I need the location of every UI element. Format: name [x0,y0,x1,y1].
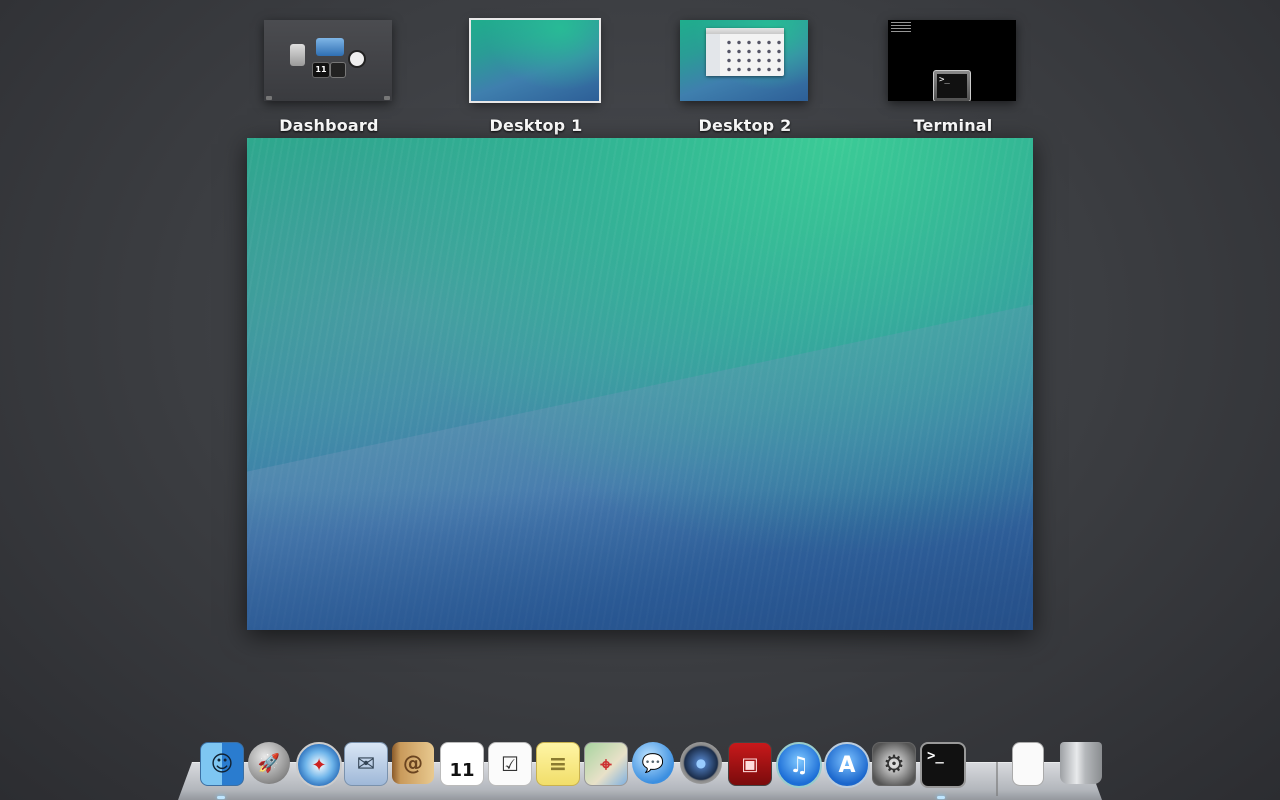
dock-icons: ☺ 🚀 ✦ ✉ @ 11 ☑ ≡ ⌖ 💬 ● ▣ ♫ A ⚙ >_ [200,742,1102,799]
terminal-thumbnail[interactable]: >_ [888,20,1016,101]
contacts-icon[interactable]: @ [392,742,434,784]
reminders-icon[interactable]: ☑ [488,742,532,786]
desktop-preview[interactable] [247,138,1033,630]
finder-window-preview [706,28,784,76]
terminal-text-preview [891,22,911,32]
messages-icon[interactable]: 💬 [632,742,674,784]
safari-icon[interactable]: ✦ [296,742,342,788]
space-desktop-1[interactable]: Desktop 1 [469,18,601,138]
desktop-2-thumbnail[interactable] [680,20,808,101]
terminal-app-icon: >_ [933,70,971,101]
widget-icon [330,62,346,78]
desktop-1-thumbnail[interactable] [469,18,601,103]
dock-separator [996,762,998,796]
clock-widget-icon [348,50,366,68]
space-label: Dashboard [279,116,379,135]
launchpad-icon[interactable]: 🚀 [248,742,290,784]
calendar-widget-icon: 11 [312,62,330,78]
space-label: Desktop 2 [698,116,792,135]
spaces-bar: 11 Dashboard Desktop 1 Desktop 2 >_ Term… [0,0,1280,140]
trash-icon[interactable] [1060,742,1102,784]
mail-icon[interactable]: ✉ [344,742,388,786]
app-store-icon[interactable]: A [824,742,870,788]
space-desktop-2[interactable]: Desktop 2 [680,20,810,138]
dashboard-thumbnail[interactable]: 11 [264,20,392,101]
notes-icon[interactable]: ≡ [536,742,580,786]
space-label: Terminal [913,116,993,135]
maps-icon[interactable]: ⌖ [584,742,628,786]
itunes-icon[interactable]: ♫ [776,742,822,788]
space-dashboard[interactable]: 11 Dashboard [264,20,394,138]
photo-booth-icon[interactable]: ▣ [728,742,772,786]
facetime-icon[interactable]: ● [680,742,722,784]
finder-running-indicator [217,796,225,799]
terminal-running-indicator [937,796,945,799]
calculator-widget-icon [290,44,305,66]
dock: ☺ 🚀 ✦ ✉ @ 11 ☑ ≡ ⌖ 💬 ● ▣ ♫ A ⚙ >_ [178,740,1102,800]
wallpaper-wave-foam [247,490,1033,630]
system-preferences-icon[interactable]: ⚙ [872,742,916,786]
terminal-icon[interactable]: >_ [920,742,966,788]
add-widget-icon [266,96,272,100]
space-terminal[interactable]: >_ Terminal [888,20,1018,138]
calendar-icon[interactable]: 11 [440,742,484,786]
manage-widgets-icon [384,96,390,100]
space-label: Desktop 1 [489,116,583,135]
finder-icon[interactable]: ☺ [200,742,244,786]
weather-widget-icon [316,38,344,56]
document-icon[interactable] [1012,742,1044,786]
